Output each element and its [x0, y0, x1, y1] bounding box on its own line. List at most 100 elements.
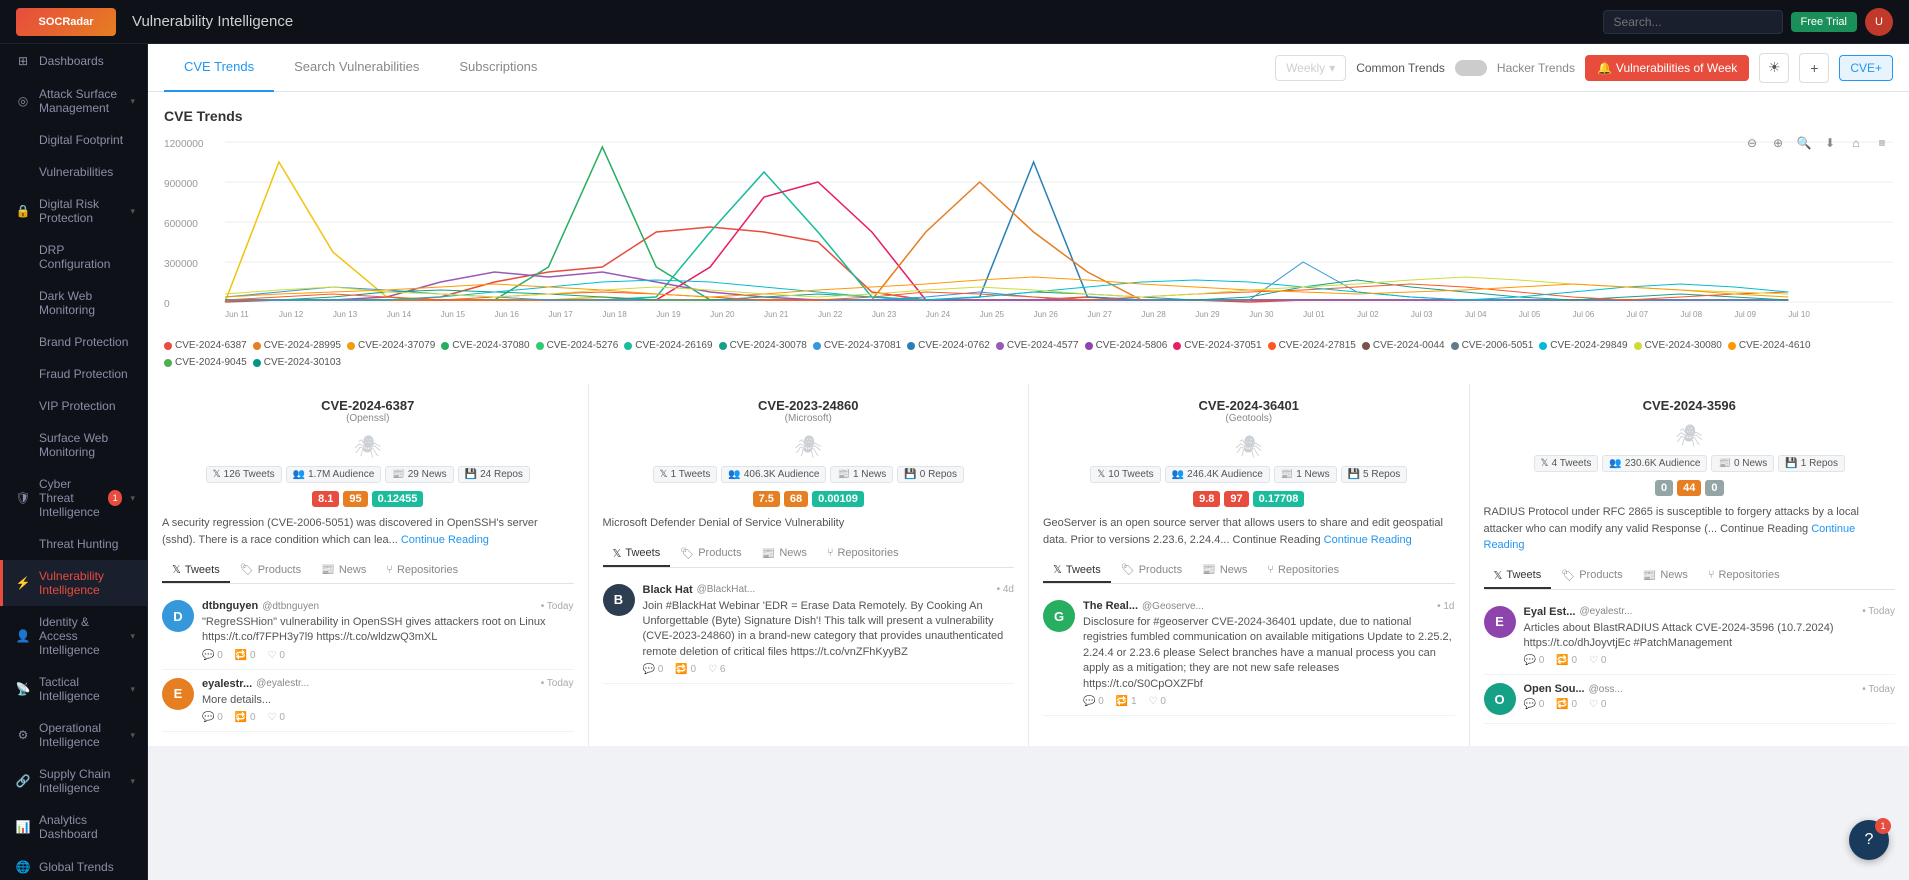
meta-value: 1.7M Audience [308, 469, 374, 480]
tweet-retweet[interactable]: 🔁 0 [235, 712, 256, 723]
cve-description: Microsoft Defender Denial of Service Vul… [603, 515, 1015, 532]
sidebar-item-dashboards[interactable]: ⊞ Dashboards [0, 44, 147, 78]
card-tab-news[interactable]: 📰 News [1192, 558, 1257, 583]
tweet-reply[interactable]: 💬 0 [1524, 699, 1545, 710]
legend-label: CVE-2024-37079 [358, 340, 435, 351]
tweet-retweet[interactable]: 🔁 0 [1556, 655, 1577, 666]
legend-item: CVE-2024-6387 [164, 340, 247, 351]
hacker-trends-toggle[interactable] [1455, 60, 1487, 76]
tweet-reply[interactable]: 💬 0 [643, 664, 664, 675]
tweet-like[interactable]: ♡ 6 [708, 664, 725, 675]
chevron-icon: ▾ [130, 206, 135, 217]
sidebar-item-attack-surface[interactable]: ◎ Attack Surface Management ▾ [0, 78, 147, 124]
tweet-time: • 4d [997, 584, 1014, 595]
sidebar-item-vulnerabilities[interactable]: Vulnerabilities [0, 156, 147, 188]
tweet-retweet[interactable]: 🔁 0 [1556, 699, 1577, 710]
card-tab-repos[interactable]: ⑂ Repositories [376, 558, 468, 583]
legend-dot [347, 342, 355, 350]
sidebar-item-vuln-intel[interactable]: ⚡ Vulnerability Intelligence [0, 560, 147, 606]
tweet-like[interactable]: ♡ 0 [268, 712, 285, 723]
sidebar-label: Dark Web Monitoring [39, 289, 135, 317]
card-tab-products[interactable]: 🏷 Products [670, 542, 751, 567]
tweet-reply[interactable]: 💬 0 [1524, 655, 1545, 666]
card-tab-news[interactable]: 📰 News [1633, 564, 1698, 589]
read-more-link[interactable]: Continue Reading [1484, 523, 1856, 552]
help-button[interactable]: ? 1 [1849, 820, 1889, 860]
common-trends-button[interactable]: Common Trends [1356, 61, 1445, 75]
sun-icon-button[interactable]: ☀ [1759, 53, 1789, 83]
sidebar-item-drp-config[interactable]: DRP Configuration [0, 234, 147, 280]
free-trial-button[interactable]: Free Trial [1791, 12, 1857, 32]
download-icon[interactable]: ⬇ [1819, 132, 1841, 154]
vulnerabilities-of-week-button[interactable]: 🔔 Vulnerabilities of Week [1585, 55, 1749, 81]
sidebar-item-analytics[interactable]: 📊 Analytics Dashboard [0, 804, 147, 850]
zoom-in-icon[interactable]: ⊕ [1767, 132, 1789, 154]
tweet-name: Black Hat [643, 584, 693, 596]
card-tab-repos[interactable]: ⑂ Repositories [1257, 558, 1349, 583]
cve-plus-button[interactable]: CVE+ [1839, 55, 1893, 81]
zoom-out-icon[interactable]: ⊖ [1741, 132, 1763, 154]
tweet-retweet[interactable]: 🔁 0 [235, 650, 256, 661]
sidebar-item-tactical[interactable]: 📡 Tactical Intelligence ▾ [0, 666, 147, 712]
card-tab-news[interactable]: 📰 News [752, 542, 817, 567]
logo[interactable]: SOCRadar [16, 8, 116, 36]
period-selector[interactable]: Weekly ▾ [1275, 55, 1346, 81]
card-tab-products[interactable]: 🏷 Products [1111, 558, 1192, 583]
tweet-reply[interactable]: 💬 0 [202, 650, 223, 661]
read-more-link[interactable]: Continue Reading [1324, 534, 1412, 546]
card-tab-products[interactable]: 🏷 Products [1551, 564, 1632, 589]
sidebar-item-threat-hunting[interactable]: Threat Hunting [0, 528, 147, 560]
sidebar-item-digital-footprint[interactable]: Digital Footprint [0, 124, 147, 156]
tweet-reply[interactable]: 💬 0 [1083, 696, 1104, 707]
avatar[interactable]: U [1865, 8, 1893, 36]
legend-label: CVE-2024-5276 [547, 340, 619, 351]
legend-item: CVE-2024-37051 [1173, 340, 1261, 351]
card-tab-tweets[interactable]: 𝕏 Tweets [1043, 558, 1111, 583]
card-tab-products[interactable]: 🏷 Products [230, 558, 311, 583]
tab-cve-trends[interactable]: CVE Trends [164, 44, 274, 92]
card-tab-repos[interactable]: ⑂ Repositories [817, 542, 909, 567]
home-icon[interactable]: ⌂ [1845, 132, 1867, 154]
meta-badge: 📰 1 News [830, 466, 893, 483]
tweet-retweet[interactable]: 🔁 0 [675, 664, 696, 675]
card-tab-tweets[interactable]: 𝕏 Tweets [603, 542, 671, 567]
sidebar-item-surface-web[interactable]: Surface Web Monitoring [0, 422, 147, 468]
main-content: CVE Trends Search Vulnerabilities Subscr… [148, 44, 1909, 880]
svg-text:Jun 22: Jun 22 [818, 310, 843, 319]
tweet-like[interactable]: ♡ 0 [268, 650, 285, 661]
card-tab-tweets[interactable]: 𝕏 Tweets [162, 558, 230, 583]
read-more-link[interactable]: Continue Reading [401, 534, 489, 546]
sidebar-item-supply-chain[interactable]: 🔗 Supply Chain Intelligence ▾ [0, 758, 147, 804]
tweet-reply[interactable]: 💬 0 [202, 712, 223, 723]
card-tab-repos[interactable]: ⑂ Repositories [1698, 564, 1790, 589]
magnify-icon[interactable]: 🔍 [1793, 132, 1815, 154]
sidebar-item-identity-access[interactable]: 👤 Identity & Access Intelligence ▾ [0, 606, 147, 666]
legend-dot [1728, 342, 1736, 350]
tweet-like[interactable]: ♡ 0 [1589, 655, 1606, 666]
sidebar-item-brand-protection[interactable]: Brand Protection [0, 326, 147, 358]
svg-text:Jun 21: Jun 21 [764, 310, 789, 319]
cve-card-header: CVE-2024-36401 (Geotools) [1043, 398, 1455, 424]
sidebar-item-operational[interactable]: ⚙ Operational Intelligence ▾ [0, 712, 147, 758]
sidebar-item-vip-protection[interactable]: VIP Protection [0, 390, 147, 422]
sidebar-label: VIP Protection [39, 399, 135, 413]
tab-subscriptions[interactable]: Subscriptions [439, 44, 557, 92]
plus-icon-button[interactable]: + [1799, 53, 1829, 83]
sidebar-item-global-trends[interactable]: 🌐 Global Trends [0, 850, 147, 880]
tweet-retweet[interactable]: 🔁 1 [1116, 696, 1137, 707]
tweet-like[interactable]: ♡ 0 [1589, 699, 1606, 710]
sidebar-item-cyber-threat[interactable]: 🛡 Cyber Threat Intelligence 1 ▾ [0, 468, 147, 528]
sidebar-item-digital-risk[interactable]: 🔒 Digital Risk Protection ▾ [0, 188, 147, 234]
sidebar-item-fraud-protection[interactable]: Fraud Protection [0, 358, 147, 390]
card-tab-tweets[interactable]: 𝕏 Tweets [1484, 564, 1552, 589]
sidebar-label: Surface Web Monitoring [39, 431, 135, 459]
sidebar-item-dark-web[interactable]: Dark Web Monitoring [0, 280, 147, 326]
menu-icon[interactable]: ≡ [1871, 132, 1893, 154]
layout: ⊞ Dashboards ◎ Attack Surface Management… [0, 44, 1909, 880]
card-tab-news[interactable]: 📰 News [311, 558, 376, 583]
topbar-search-input[interactable] [1603, 10, 1783, 34]
tweet-like[interactable]: ♡ 0 [1149, 696, 1166, 707]
tab-search-vulnerabilities[interactable]: Search Vulnerabilities [274, 44, 439, 92]
sidebar-label: Threat Hunting [39, 537, 135, 551]
legend-dot [1362, 342, 1370, 350]
